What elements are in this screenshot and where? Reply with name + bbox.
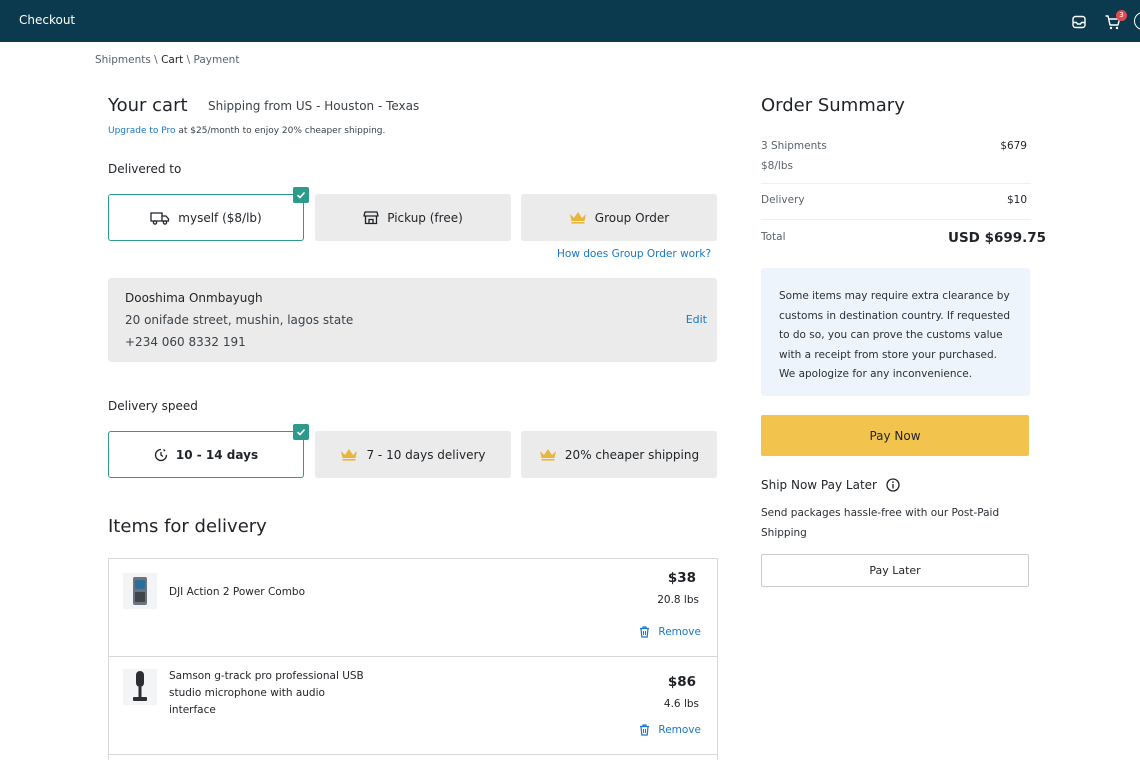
speed-option-standard[interactable]: 10 - 14 days [108, 424, 309, 478]
recipient-name: Dooshima Onmbayugh [125, 291, 263, 305]
remove-label: Remove [658, 724, 701, 736]
list-item: Samson g-track pro professional USB stud… [109, 657, 717, 755]
breadcrumb: Shipments \ Cart \ Payment [95, 54, 239, 66]
store-icon [363, 211, 379, 225]
breadcrumb-separator: \ [183, 54, 194, 66]
pay-now-button[interactable]: Pay Now [761, 415, 1029, 456]
speed-option-label: 10 - 14 days [175, 447, 259, 462]
delivery-label: Delivery [761, 194, 805, 206]
product-image [123, 573, 157, 609]
shipping-rate: $8/lbs [761, 160, 793, 172]
remove-label: Remove [658, 626, 701, 638]
snpl-title: Ship Now Pay Later [761, 478, 877, 492]
delivery-option-pickup[interactable]: Pickup (free) [315, 194, 511, 241]
cart-count-badge: 3 [1116, 10, 1127, 21]
clock-icon [154, 448, 168, 461]
shipping-origin: Shipping from US - Houston - Texas [208, 99, 420, 113]
crown-icon [539, 449, 556, 461]
delivery-option-group-order[interactable]: Group Order [521, 194, 717, 241]
item-name: DJI Action 2 Power Combo [169, 586, 306, 598]
snpl-description: Send packages hassle-free with our Post-… [761, 507, 1000, 539]
divider [761, 219, 1031, 220]
remove-item-button[interactable]: Remove [639, 626, 701, 638]
item-name: Samson g-track pro professional USB stud… [169, 670, 364, 716]
trash-icon [640, 626, 650, 638]
breadcrumb-payment[interactable]: Payment [193, 54, 239, 66]
product-image [123, 669, 157, 705]
address-card: Dooshima Onmbayugh 20 onifade street, mu… [108, 278, 717, 362]
items-list: DJI Action 2 Power Combo $38 20.8 lbs Re… [108, 558, 718, 760]
item-price: $86 [667, 674, 696, 690]
group-order-help-link[interactable]: How does Group Order work? [557, 248, 711, 260]
delivered-to-label: Delivered to [108, 162, 182, 176]
avatar[interactable] [1134, 12, 1140, 30]
customs-notice: Some items may require extra clearance b… [761, 268, 1030, 396]
items-section-title: Items for delivery [108, 516, 267, 537]
page-title: Your cart [108, 95, 188, 116]
delivery-speed-label: Delivery speed [108, 399, 198, 413]
crown-icon [341, 449, 358, 461]
trash-icon [640, 724, 650, 736]
speed-option-economy[interactable]: 20% cheaper shipping [521, 431, 717, 478]
inbox-icon[interactable] [1071, 14, 1087, 30]
speed-option-express[interactable]: 7 - 10 days delivery [315, 431, 511, 478]
speed-option-label: 20% cheaper shipping [564, 447, 700, 462]
ship-now-pay-later-heading: Ship Now Pay Later [761, 478, 900, 492]
crown-icon [569, 212, 586, 224]
pay-later-button[interactable]: Pay Later [761, 554, 1029, 587]
summary-shipments-row: 3 Shipments $679 [761, 140, 1031, 152]
order-summary-title: Order Summary [761, 95, 905, 116]
delivery-option-label: myself ($8/lb) [178, 210, 262, 225]
edit-address-link[interactable]: Edit [686, 313, 707, 326]
total-label: Total [761, 231, 786, 243]
recipient-phone: +234 060 8332 191 [125, 335, 246, 349]
check-icon [293, 187, 309, 203]
shipments-label: 3 Shipments [761, 140, 827, 152]
upgrade-pro-link[interactable]: Upgrade to Pro [108, 126, 176, 136]
recipient-street: 20 onifade street, mushin, lagos state [125, 313, 354, 327]
breadcrumb-cart[interactable]: Cart [161, 54, 183, 66]
item-weight: 20.8 lbs [657, 594, 699, 606]
remove-item-button[interactable]: Remove [639, 724, 701, 736]
delivery-value: $10 [1006, 194, 1027, 206]
total-value: USD $699.75 [948, 230, 1047, 246]
upgrade-note-text: at $25/month to enjoy 20% cheaper shippi… [175, 126, 386, 136]
top-bar: Checkout 3 [0, 0, 1140, 42]
speed-option-label: 7 - 10 days delivery [366, 447, 486, 462]
delivery-option-label: Pickup (free) [387, 210, 463, 225]
divider [761, 183, 1031, 184]
breadcrumb-separator: \ [150, 54, 162, 66]
check-icon [293, 424, 309, 440]
app-title: Checkout [19, 13, 76, 27]
item-price: $38 [667, 570, 696, 586]
list-item: DJI Action 2 Power Combo $38 20.8 lbs Re… [109, 559, 717, 657]
truck-icon [150, 211, 170, 225]
shipments-value: $679 [1000, 140, 1027, 152]
info-icon[interactable] [886, 478, 900, 492]
summary-delivery-row: Delivery $10 [761, 194, 1031, 206]
delivery-option-label: Group Order [594, 210, 670, 225]
upgrade-note: Upgrade to Pro at $25/month to enjoy 20%… [108, 126, 385, 136]
breadcrumb-shipments[interactable]: Shipments [95, 54, 151, 66]
item-weight: 4.6 lbs [663, 698, 699, 710]
delivery-option-myself[interactable]: myself ($8/lb) [108, 187, 309, 241]
